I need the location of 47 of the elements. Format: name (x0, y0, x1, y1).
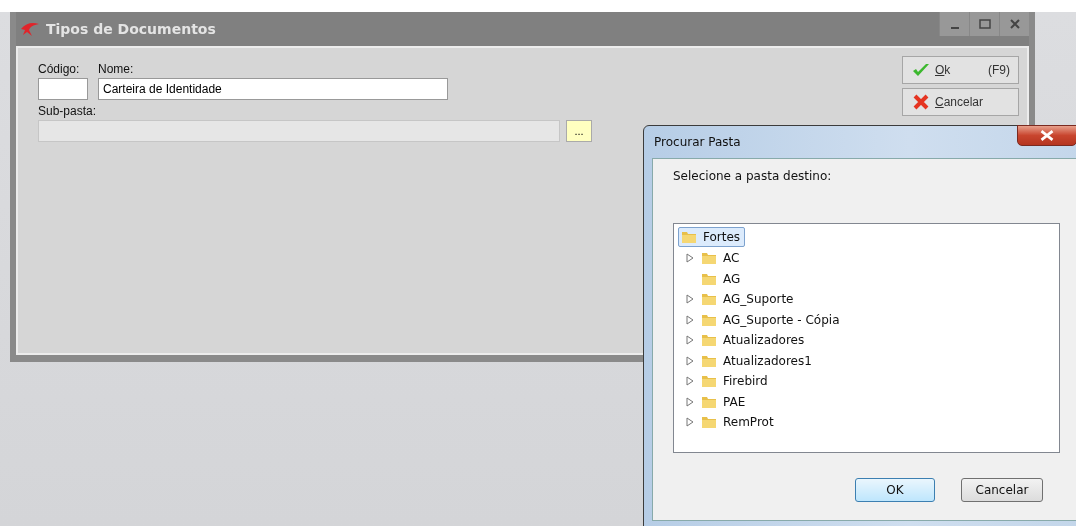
expand-icon[interactable] (686, 355, 694, 366)
bird-logo-icon (20, 21, 40, 37)
expand-icon[interactable] (686, 253, 694, 264)
field-label: Nome: (98, 62, 135, 76)
tree-item[interactable]: AC (698, 248, 745, 269)
expand-icon[interactable] (686, 396, 694, 407)
tree-item[interactable]: AG_Suporte (698, 289, 799, 310)
tree-item[interactable]: AG_Suporte - Cópia (698, 309, 845, 330)
tree-item[interactable]: Firebird (698, 371, 773, 392)
tree-item[interactable]: AG (698, 268, 746, 289)
name-field[interactable]: Carteira de Identidade (98, 78, 448, 100)
minimize-button[interactable] (939, 12, 969, 36)
folder-icon (681, 229, 697, 245)
folder-icon (701, 250, 717, 267)
folder-icon (701, 373, 717, 390)
tree-item[interactable]: Atualizadores1 (698, 350, 817, 371)
folder-icon (701, 414, 717, 431)
window-title: Tipos de Documentos (46, 21, 216, 37)
folder-icon (701, 291, 717, 308)
cancel-button[interactable]: Cancelar (961, 478, 1043, 502)
field-label: Código: (38, 62, 81, 76)
close-icon (1009, 19, 1020, 29)
browse-button[interactable]: ... (566, 120, 592, 142)
checkmark-icon (911, 62, 931, 78)
ok-button[interactable]: OK (855, 478, 935, 502)
cancel-button[interactable]: Cancelar (902, 88, 1019, 116)
expand-icon[interactable] (686, 376, 694, 387)
expand-icon[interactable] (686, 335, 694, 346)
dialog-title: Procurar Pasta (654, 135, 741, 149)
cross-icon (911, 94, 931, 110)
expand-icon[interactable] (686, 294, 694, 305)
maximize-button[interactable] (969, 12, 999, 36)
expand-icon[interactable] (686, 314, 694, 325)
tree-item[interactable]: Atualizadores (698, 330, 810, 351)
tree-item[interactable]: PAE (698, 391, 751, 412)
maximize-icon (978, 19, 991, 29)
field-label: Sub-pasta: (38, 104, 98, 118)
tree-item[interactable]: RemProt (698, 412, 779, 433)
expand-icon[interactable] (686, 417, 694, 428)
minimize-icon (950, 27, 959, 29)
code-field[interactable] (38, 78, 88, 100)
tree-item[interactable]: Fortes (678, 227, 746, 247)
prompt-text: Selecione a pasta destino: (673, 169, 833, 183)
close-icon (1040, 130, 1054, 141)
ok-button[interactable]: Ok (F9) (902, 56, 1019, 84)
folder-icon (701, 332, 717, 349)
close-button[interactable] (1017, 125, 1076, 146)
